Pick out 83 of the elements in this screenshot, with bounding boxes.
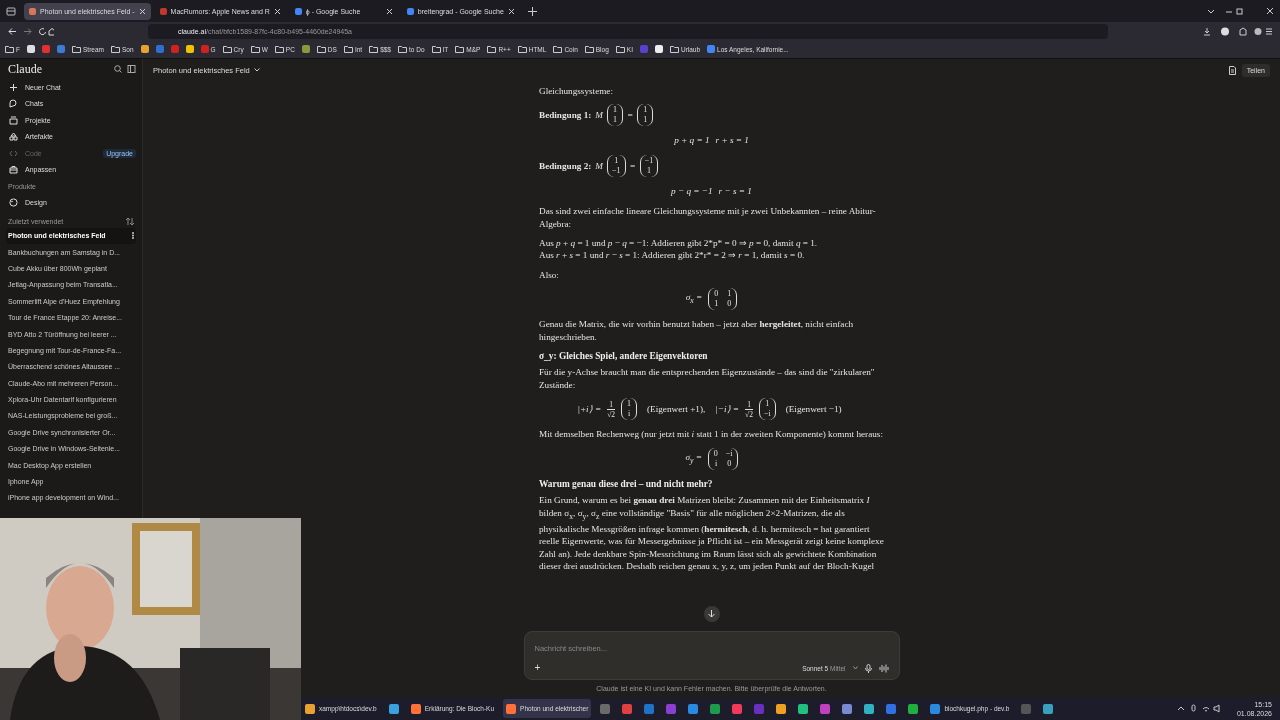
tab-list-icon[interactable] [6, 6, 16, 16]
paragraph: Mit demselben Rechenweg (nur jetzt mit i statt 1 in der zweiten Komponente) kommt heraus: [539, 428, 884, 441]
math-expression: p − q = −1 [671, 184, 713, 198]
voice-mode-icon[interactable] [878, 663, 889, 673]
sidebar-tools-drawing[interactable] [114, 65, 136, 73]
matrix: 1 1 [637, 104, 654, 127]
math-note: (Eigenwert −1) [785, 403, 842, 416]
matrix: 1 1 [607, 104, 623, 127]
folder-icon [9, 115, 18, 125]
document-icon[interactable] [1228, 65, 1236, 75]
math-expression: = [627, 109, 634, 122]
folder-icon [343, 45, 353, 53]
folder-icon [398, 45, 407, 53]
condition-label: Bedingung 1: [539, 109, 592, 122]
scroll-down-button[interactable] [703, 606, 720, 622]
folder-icon [615, 45, 625, 53]
palette-icon [9, 197, 18, 207]
paragraph: Aus p + q = 1 und p − q = −1: Addieren gibt 2*p* = 0 ⇒ p = 0, damit q = 1. [539, 237, 819, 250]
matrix: 1 −i [758, 398, 776, 421]
math-expression: σ$_{y}$ = [685, 450, 702, 467]
close-icon[interactable] [138, 7, 146, 15]
matrix: 1 i [621, 398, 638, 421]
math-expression: |−i⟩ = [715, 403, 740, 416]
arrow-down-icon [708, 610, 715, 618]
add-button[interactable]: + [534, 663, 541, 673]
shapes-icon [9, 132, 18, 142]
paragraph: Genau die Matrix, die wir vorhin benutzt haben – jetzt aber hergeleitet, nicht einfach hingeschrieben. [539, 318, 855, 344]
close-icon[interactable] [273, 7, 281, 15]
math-expression: M [595, 109, 603, 122]
folder-icon [455, 45, 465, 53]
math-expression: r − s = 1 [718, 184, 752, 198]
new-tab-icon[interactable] [527, 6, 537, 16]
chevron-icon[interactable] [253, 68, 260, 72]
briefcase-icon [9, 165, 18, 175]
brand-name: Claude [8, 61, 42, 77]
section-heading: Warum genau diese drei – und nicht mehr? [539, 477, 714, 491]
folder-icon [316, 45, 326, 53]
bookmark[interactable] [654, 45, 663, 53]
close-icon[interactable] [507, 7, 515, 15]
folder-icon [274, 45, 284, 53]
math-expression: M [595, 159, 603, 172]
condition-label: Bedingung 2: [539, 159, 592, 172]
close-icon[interactable] [385, 7, 393, 15]
math-expression: p + q = 1 [674, 134, 710, 147]
folder-icon [222, 45, 232, 53]
paragraph: Das sind zwei einfache lineare Gleichungssysteme mit je zwei Unbekannten – reine Abitur-Algebra: [539, 205, 877, 231]
folder-icon [72, 45, 81, 53]
system-tray-icons-drawing[interactable] [1176, 704, 1221, 713]
math-expression: |+i⟩ = [577, 403, 602, 416]
paragraph: Also: [539, 268, 560, 282]
matrix: 0 1 1 0 [708, 288, 738, 311]
math-note: (Eigenwert +1), [647, 403, 706, 416]
folder-icon [517, 45, 527, 53]
paragraph: Ein Grund, warum es bei genau drei Matrizen bleibt: Zusammen mit der Einheitsmatrix I bilden σ$_{x}$, σ$_{y}$, σ$_{z}$ eine vollständige "Basis" für alle möglichen 2×2-Matrizen, die als physikalische Messgrößen infrage kommen (hermitesch, d. h. hermitesch = hat garantiert reelle Eigenwerte, was für Messergebnisse ja Pflicht ist – ein Messgerät zeigt keine komplexe Zahl an). Jede denkbare Spin-Messrichtung im Raum lässt sich als gewichtete Kombination dieser drei ausdrücken. Deshalb reichen genau x, y, z, um jeden Punkt auf der Bloch-Kugel [539, 494, 884, 573]
plus-icon [9, 82, 18, 92]
folder-icon [5, 45, 14, 53]
matrix: 0 −i i 0 [707, 447, 738, 470]
code-icon [9, 148, 18, 158]
folder-icon [110, 45, 120, 53]
folder-icon [250, 45, 260, 53]
folder-icon [431, 45, 441, 53]
navigation-icons-drawing[interactable] [8, 26, 54, 36]
matrix: 1 −1 [607, 154, 626, 177]
microphone-icon[interactable] [864, 663, 872, 673]
chat-bubble-icon [9, 99, 18, 109]
paragraph: Für die y-Achse braucht man die entsprechenden Eigenzustände – das sind die "zirkularen" Zustände: [539, 366, 876, 392]
paragraph: Gleichungssysteme: [539, 85, 614, 98]
matrix: −1 1 [639, 154, 659, 177]
bookmark[interactable] [185, 45, 194, 53]
folder-icon [553, 45, 563, 53]
sort-icon[interactable] [126, 218, 134, 225]
folder-icon [487, 45, 497, 53]
folder-icon [369, 45, 379, 53]
math-expression: = [629, 159, 636, 172]
folder-icon [584, 45, 594, 53]
math-expression: r + s = 1 [715, 134, 749, 147]
section-heading: σ_y: Gleiches Spiel, andere Eigenvektoren [539, 350, 709, 363]
paragraph: Aus r + s = 1 und r − s = 1: Addieren gibt 2*r* = 2 ⇒ r = 1, damit s = 0. [539, 249, 806, 262]
folder-icon [669, 45, 679, 53]
toolbar-icons-drawing[interactable] [1202, 26, 1272, 36]
close-icon[interactable] [1266, 7, 1274, 15]
bookmark[interactable] [140, 45, 149, 53]
math-expression: σ$_{x}$ = [685, 291, 703, 307]
